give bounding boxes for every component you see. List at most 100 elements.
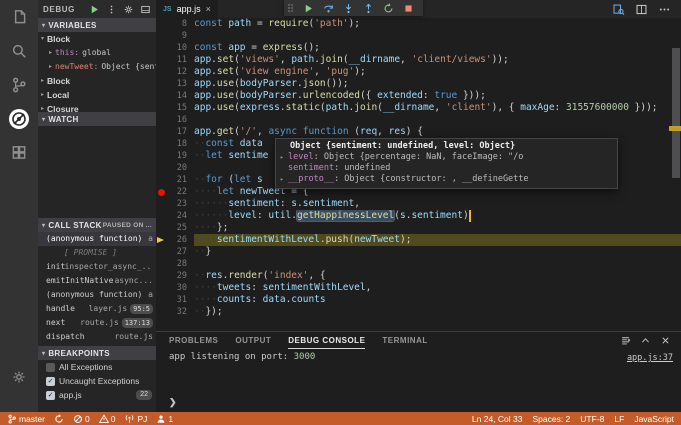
- gutter-margin[interactable]: [156, 258, 167, 270]
- status-item-live-share[interactable]: PJ: [124, 413, 147, 424]
- more-actions-button[interactable]: [658, 3, 671, 16]
- gutter-margin[interactable]: [156, 42, 167, 54]
- panel-tab-output[interactable]: OUTPUT: [235, 333, 271, 348]
- call-stack-frame[interactable]: (anonymous function) a: [38, 232, 156, 246]
- panel-tab-debug-console[interactable]: DEBUG CONSOLE: [288, 333, 366, 349]
- activity-bar-item-extensions[interactable]: [0, 136, 38, 170]
- code-line-17[interactable]: 17 app.get('/', async function (req, res)…: [156, 126, 681, 138]
- code-line-14[interactable]: 14 app.use(bodyParser.urlencoded({ extend…: [156, 90, 681, 102]
- status-item-cursor-position[interactable]: Ln 24, Col 33: [472, 414, 523, 424]
- hover-property-row[interactable]: ▸ __proto__: Object {constructor: , __def…: [276, 174, 617, 185]
- hover-property-row[interactable]: sentiment: undefined: [276, 163, 617, 174]
- open-preview-button[interactable]: [612, 3, 625, 16]
- stop-button[interactable]: [403, 3, 414, 14]
- status-item-errors[interactable]: 0: [73, 414, 90, 424]
- code-line-12[interactable]: 12 app.set('view engine', 'pug');: [156, 66, 681, 78]
- close-tab-icon[interactable]: ×: [206, 4, 211, 14]
- split-editor-button[interactable]: [635, 3, 648, 16]
- code-line-31[interactable]: 31 ····counts: data.counts: [156, 294, 681, 306]
- call-stack-frame[interactable]: emitInitNative async...: [38, 274, 156, 288]
- chevron-right-icon[interactable]: ▸: [38, 88, 47, 102]
- call-stack-frame[interactable]: next route.js 137:13: [38, 316, 156, 330]
- code-line-28[interactable]: 28: [156, 258, 681, 270]
- status-item-sync[interactable]: [54, 413, 64, 424]
- gutter-margin[interactable]: [156, 186, 167, 198]
- call-stack-frame[interactable]: init inspector_async_...: [38, 260, 156, 274]
- activity-bar-item-explorer[interactable]: [0, 0, 38, 34]
- gutter-margin[interactable]: [156, 54, 167, 66]
- gutter-margin[interactable]: [156, 90, 167, 102]
- status-item-participants[interactable]: 1: [156, 414, 173, 424]
- status-item-encoding[interactable]: UTF-8: [580, 414, 604, 424]
- call-stack-frame[interactable]: dispatch route.js: [38, 330, 156, 344]
- hover-property-row[interactable]: ▸ level: Object {percentage: NaN, faceIma…: [276, 152, 617, 163]
- variables-scope-block[interactable]: ▸ Block: [38, 74, 156, 88]
- panel-tab-problems[interactable]: PROBLEMS: [169, 333, 218, 348]
- call-stack-frame[interactable]: handle layer.js 95:5: [38, 302, 156, 316]
- chevron-right-icon[interactable]: ▸: [38, 74, 47, 88]
- code-line-15[interactable]: 15 app.use(express.static(path.join(__dir…: [156, 102, 681, 114]
- gutter-margin[interactable]: [156, 30, 167, 42]
- step-over-button[interactable]: [323, 3, 334, 14]
- code-line-29[interactable]: 29 ··res.render('index', {: [156, 270, 681, 282]
- config-dropdown-button[interactable]: [106, 4, 117, 15]
- gutter-margin[interactable]: [156, 282, 167, 294]
- variables-scope-block[interactable]: ▾ Block: [38, 32, 156, 46]
- section-header-variables[interactable]: ▾ VARIABLES: [38, 18, 156, 32]
- code-line-10[interactable]: 10 const app = express();: [156, 42, 681, 54]
- call-stack-frame[interactable]: [ PROMISE ]: [38, 246, 156, 260]
- gutter-margin[interactable]: [156, 222, 167, 234]
- gutter-margin[interactable]: [156, 138, 167, 150]
- status-item-branch[interactable]: master: [7, 414, 45, 424]
- gutter-margin[interactable]: [156, 306, 167, 318]
- gutter-margin[interactable]: [156, 246, 167, 258]
- close-panel-button[interactable]: [660, 335, 671, 346]
- checkbox[interactable]: ✓: [46, 390, 55, 400]
- gutter-margin[interactable]: [156, 210, 167, 222]
- continue-button[interactable]: [303, 3, 314, 14]
- code-line-11[interactable]: 11 app.set('views', path.join(__dirname, …: [156, 54, 681, 66]
- section-header-watch[interactable]: ▾ WATCH: [38, 112, 156, 126]
- gutter-margin[interactable]: [156, 198, 167, 210]
- drag-handle[interactable]: [288, 3, 294, 13]
- status-item-language-mode[interactable]: JavaScript: [634, 414, 674, 424]
- gutter-margin[interactable]: [156, 102, 167, 114]
- section-header-call-stack[interactable]: ▾ CALL STACK PAUSED ON ...: [38, 218, 156, 232]
- code-line-32[interactable]: 32 ··});: [156, 306, 681, 318]
- section-header-breakpoints[interactable]: ▾ BREAKPOINTS: [38, 346, 156, 360]
- code-line-9[interactable]: 9: [156, 30, 681, 42]
- activity-bar-item-search[interactable]: [0, 34, 38, 68]
- console-input-prompt[interactable]: ❯: [169, 397, 177, 408]
- chevron-right-icon[interactable]: ▸: [46, 60, 55, 74]
- code-line-13[interactable]: 13 app.use(bodyParser.json());: [156, 78, 681, 90]
- editor-scrollbar[interactable]: [672, 48, 680, 178]
- code-line-8[interactable]: 8 const path = require('path');: [156, 18, 681, 30]
- chevron-right-icon[interactable]: ▸: [280, 174, 288, 185]
- code-line-26[interactable]: 26 ····sentimentWithLevel.push(newTweet);: [156, 234, 681, 246]
- step-out-button[interactable]: [363, 3, 374, 14]
- variables-scope-local[interactable]: ▸ Local: [38, 88, 156, 102]
- code-line-30[interactable]: 30 ····tweets: sentimentWithLevel,: [156, 282, 681, 294]
- activity-bar-item-debug[interactable]: [0, 102, 38, 136]
- checkbox[interactable]: [46, 362, 55, 372]
- restart-button[interactable]: [383, 2, 394, 14]
- status-item-eol[interactable]: LF: [614, 414, 624, 424]
- checkbox[interactable]: ✓: [46, 376, 55, 386]
- variable-row-newTweet[interactable]: ▸newTweet:Object {sent.: [38, 60, 156, 74]
- maximize-panel-button[interactable]: [640, 335, 651, 346]
- toggle-debug-console-button[interactable]: [140, 4, 151, 15]
- gutter-margin[interactable]: [156, 126, 167, 138]
- gutter-margin[interactable]: [156, 66, 167, 78]
- code-line-27[interactable]: 27 ··}: [156, 246, 681, 258]
- breakpoint-row[interactable]: ✓ Uncaught Exceptions: [38, 374, 156, 388]
- start-debug-button[interactable]: [89, 4, 100, 15]
- breakpoint-row[interactable]: ✓ app.js 22: [38, 388, 156, 402]
- call-stack-frame[interactable]: (anonymous function) a: [38, 288, 156, 302]
- status-item-warnings[interactable]: 0: [98, 414, 115, 424]
- code-editor[interactable]: 8 const path = require('path'); 9 10 const a…: [156, 18, 681, 332]
- code-line-23[interactable]: 23 ······sentiment: s.sentiment,: [156, 198, 681, 210]
- breakpoint-row[interactable]: All Exceptions: [38, 360, 156, 374]
- breakpoint-icon[interactable]: [158, 189, 165, 196]
- debug-settings-button[interactable]: [123, 4, 134, 15]
- clear-console-button[interactable]: [620, 335, 631, 346]
